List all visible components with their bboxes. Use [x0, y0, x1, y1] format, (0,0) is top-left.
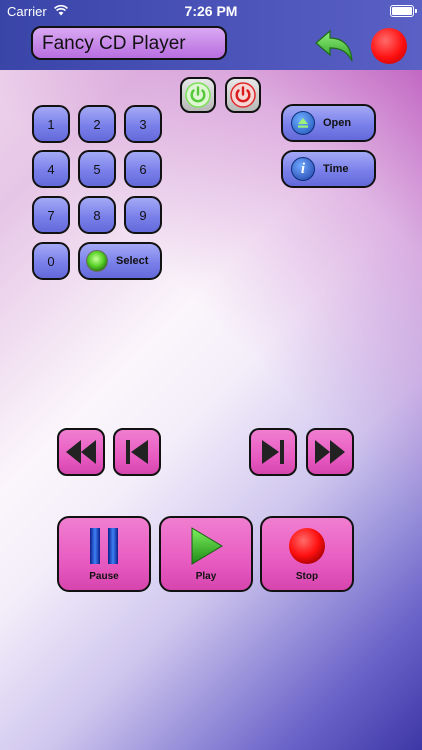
select-led-icon	[86, 250, 108, 272]
key-3[interactable]: 3	[124, 105, 162, 143]
app-title: Fancy CD Player	[31, 26, 227, 60]
battery-icon	[390, 5, 417, 17]
stop-icon	[289, 528, 325, 564]
power-on-button[interactable]	[180, 77, 216, 113]
key-4[interactable]: 4	[32, 150, 70, 188]
status-bar: Carrier 7:26 PM	[0, 0, 422, 22]
rewind-button[interactable]	[57, 428, 105, 476]
fast-forward-button[interactable]	[306, 428, 354, 476]
power-off-icon	[230, 82, 256, 108]
key-8[interactable]: 8	[78, 196, 116, 234]
key-1[interactable]: 1	[32, 105, 70, 143]
key-2[interactable]: 2	[78, 105, 116, 143]
stop-button[interactable]: Stop	[260, 516, 354, 592]
select-button[interactable]: Select	[78, 242, 162, 280]
rewind-icon	[66, 440, 96, 464]
next-track-button[interactable]	[249, 428, 297, 476]
time-button[interactable]: i Time	[281, 150, 376, 188]
record-button[interactable]	[371, 28, 407, 64]
key-6[interactable]: 6	[124, 150, 162, 188]
power-off-button[interactable]	[225, 77, 261, 113]
time-label: Time	[323, 163, 349, 175]
key-0[interactable]: 0	[32, 242, 70, 280]
power-on-icon	[185, 82, 211, 108]
pause-button[interactable]: Pause	[57, 516, 151, 592]
previous-track-icon	[126, 440, 148, 464]
back-arrow-icon[interactable]	[314, 29, 354, 63]
pause-icon	[90, 528, 118, 564]
key-9[interactable]: 9	[124, 196, 162, 234]
key-5[interactable]: 5	[78, 150, 116, 188]
open-label: Open	[323, 117, 352, 129]
previous-track-button[interactable]	[113, 428, 161, 476]
fast-forward-icon	[315, 440, 345, 464]
clock: 7:26 PM	[184, 3, 238, 19]
info-icon: i	[291, 157, 315, 181]
play-label: Play	[195, 571, 217, 582]
pause-label: Pause	[89, 571, 119, 582]
play-icon	[191, 527, 223, 565]
eject-icon	[291, 111, 315, 135]
open-button[interactable]: Open	[281, 104, 376, 142]
stop-label: Stop	[295, 571, 319, 582]
play-button[interactable]: Play	[159, 516, 253, 592]
next-track-icon	[262, 440, 284, 464]
select-label: Select	[116, 255, 149, 267]
key-7[interactable]: 7	[32, 196, 70, 234]
